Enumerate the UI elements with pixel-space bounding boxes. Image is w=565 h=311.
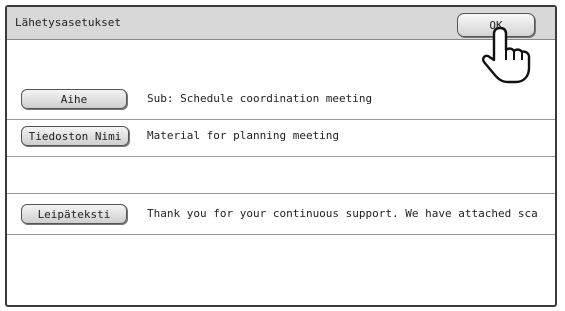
subject-row: Aihe Sub: Schedule coordination meeting bbox=[7, 82, 555, 120]
subject-button[interactable]: Aihe bbox=[21, 89, 127, 109]
dialog-titlebar: Lähetysasetukset OK bbox=[7, 7, 555, 40]
body-text-row: Leipäteksti Thank you for your continuou… bbox=[7, 197, 555, 235]
pointing-hand-icon bbox=[482, 26, 531, 84]
body-text-button[interactable]: Leipäteksti bbox=[21, 204, 127, 224]
file-name-row: Tiedoston Nimi Material for planning mee… bbox=[7, 119, 555, 157]
spacer-row bbox=[7, 156, 555, 194]
file-name-value: Material for planning meeting bbox=[147, 129, 340, 142]
file-name-button[interactable]: Tiedoston Nimi bbox=[21, 126, 129, 146]
body-text-value: Thank you for your continuous support. W… bbox=[147, 207, 538, 220]
send-settings-dialog: Lähetysasetukset OK Aihe Sub: Schedule c… bbox=[5, 5, 557, 307]
subject-value: Sub: Schedule coordination meeting bbox=[147, 92, 373, 105]
dialog-title: Lähetysasetukset bbox=[15, 16, 121, 29]
